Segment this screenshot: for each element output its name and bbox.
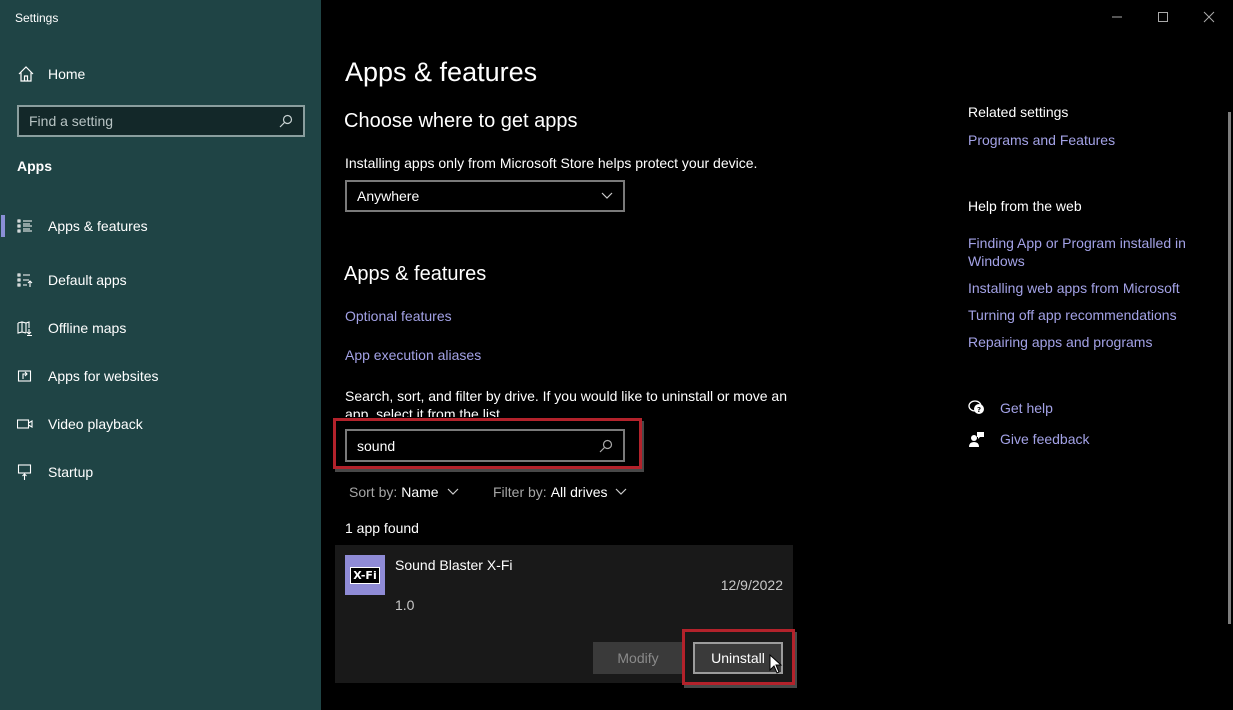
apps-features-icon: [17, 218, 33, 234]
sidebar-item-apps-for-websites[interactable]: Apps for websites: [0, 352, 321, 400]
programs-and-features-link[interactable]: Programs and Features: [968, 131, 1208, 149]
choose-apps-heading: Choose where to get apps: [344, 110, 578, 132]
choose-apps-description: Installing apps only from Microsoft Stor…: [345, 155, 758, 171]
sidebar-item-startup[interactable]: Startup: [0, 448, 321, 496]
chevron-down-icon: [616, 488, 627, 495]
sort-by-value: Name: [401, 484, 439, 500]
filter-by-value: All drives: [550, 484, 608, 500]
sidebar: Settings Home Apps Apps & features: [0, 0, 321, 710]
sidebar-home[interactable]: Home: [17, 63, 85, 85]
app-name: Sound Blaster X-Fi: [395, 557, 513, 573]
highlight-box-search: [333, 418, 642, 469]
give-feedback-link[interactable]: Give feedback: [968, 430, 1090, 448]
optional-features-link[interactable]: Optional features: [345, 308, 452, 324]
get-help-label: Get help: [1000, 400, 1053, 416]
window-title: Settings: [15, 11, 59, 25]
home-icon: [18, 66, 34, 82]
app-source-value: Anywhere: [357, 188, 420, 204]
sidebar-item-offline-maps[interactable]: Offline maps: [0, 304, 321, 352]
sort-by-dropdown[interactable]: Sort by: Name: [349, 484, 459, 500]
find-setting-search[interactable]: [17, 105, 305, 137]
app-version: 1.0: [395, 597, 415, 613]
get-help-link[interactable]: ? Get help: [968, 399, 1053, 417]
sidebar-item-apps-features[interactable]: Apps & features: [0, 208, 321, 244]
find-setting-input[interactable]: [29, 113, 279, 129]
filter-by-label: Filter by:: [493, 484, 547, 500]
chevron-down-icon: [601, 192, 613, 199]
search-description: Search, sort, and filter by drive. If yo…: [345, 388, 787, 417]
section-label-apps: Apps: [17, 158, 52, 174]
scrollbar[interactable]: [1228, 112, 1231, 624]
default-apps-icon: [17, 272, 33, 288]
filter-by-dropdown[interactable]: Filter by: All drives: [493, 484, 627, 500]
sidebar-item-label: Apps & features: [48, 218, 148, 234]
app-icon: X-Fi: [345, 555, 385, 595]
give-feedback-label: Give feedback: [1000, 431, 1090, 447]
home-label: Home: [48, 66, 86, 82]
modify-button[interactable]: Modify: [593, 642, 683, 674]
sidebar-item-video-playback[interactable]: Video playback: [0, 400, 321, 448]
help-link-turning-off-recommendations[interactable]: Turning off app recommendations: [968, 306, 1208, 324]
sidebar-item-label: Offline maps: [48, 320, 127, 336]
sidebar-item-default-apps[interactable]: Default apps: [0, 256, 321, 304]
mouse-cursor-icon: [769, 654, 783, 674]
help-link-finding-app[interactable]: Finding App or Program installed in Wind…: [968, 234, 1208, 270]
page-title: Apps & features: [345, 57, 538, 87]
sidebar-item-label: Startup: [48, 464, 94, 480]
search-icon[interactable]: [279, 114, 293, 128]
svg-text:?: ?: [977, 406, 981, 414]
sidebar-item-label: Apps for websites: [48, 368, 159, 384]
main-content: Apps & features Choose where to get apps…: [321, 0, 1233, 710]
help-link-repairing-apps[interactable]: Repairing apps and programs: [968, 333, 1208, 351]
help-link-installing-web-apps[interactable]: Installing web apps from Microsoft: [968, 279, 1208, 297]
app-execution-aliases-link[interactable]: App execution aliases: [345, 347, 481, 363]
apps-for-websites-icon: [17, 368, 33, 384]
sort-by-label: Sort by:: [349, 484, 398, 500]
app-install-date: 12/9/2022: [720, 577, 783, 593]
apps-features-heading: Apps & features: [344, 263, 487, 285]
app-source-dropdown[interactable]: Anywhere: [345, 180, 625, 212]
result-count: 1 app found: [345, 520, 419, 536]
video-playback-icon: [17, 416, 33, 432]
offline-maps-icon: [17, 320, 33, 336]
app-icon-text: X-Fi: [350, 566, 380, 584]
get-help-icon: ?: [968, 400, 984, 414]
sidebar-item-label: Video playback: [48, 416, 143, 432]
help-from-web-heading: Help from the web: [968, 198, 1082, 214]
sidebar-nav: Apps & features Default apps Offline map…: [0, 208, 321, 496]
chevron-down-icon: [447, 488, 459, 495]
startup-icon: [17, 464, 33, 480]
give-feedback-icon: [969, 432, 984, 447]
related-settings-heading: Related settings: [968, 104, 1069, 120]
sidebar-item-label: Default apps: [48, 272, 127, 288]
